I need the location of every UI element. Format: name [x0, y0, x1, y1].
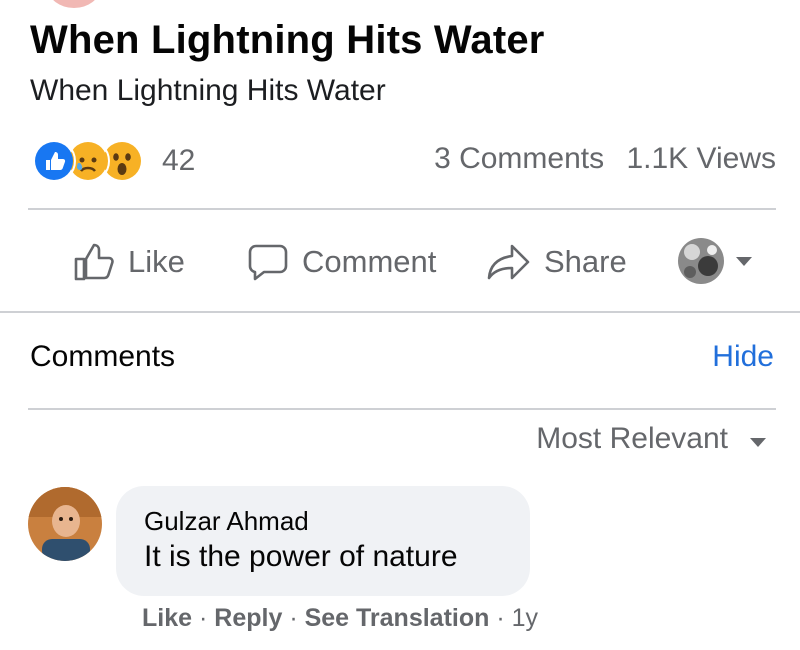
like-button[interactable]: Like — [72, 230, 185, 294]
post-title: When Lightning Hits Water — [30, 18, 545, 62]
comments-heading: Comments — [30, 340, 176, 373]
post-stats: 3 Comments 1.1K Views — [420, 142, 776, 176]
author-avatar-partial[interactable] — [48, 0, 100, 8]
commenter-avatar[interactable] — [28, 487, 102, 561]
sort-dropdown[interactable]: Most Relevant — [536, 422, 728, 456]
comment-timestamp[interactable]: 1y — [512, 604, 538, 632]
comment-button-label: Comment — [302, 244, 437, 279]
comment-reply-link[interactable]: Reply — [214, 604, 282, 632]
share-icon — [487, 244, 530, 280]
separator: · — [198, 604, 215, 632]
comment-like-link[interactable]: Like — [142, 604, 192, 632]
comment-actions: Like · Reply · See Translation · 1y — [142, 604, 538, 633]
thumbs-up-icon — [74, 243, 114, 281]
see-translation-link[interactable]: See Translation — [305, 604, 490, 632]
comment-button[interactable]: Comment — [246, 230, 436, 294]
like-button-label: Like — [128, 244, 185, 279]
divider — [28, 208, 776, 210]
separator: · — [496, 604, 512, 632]
share-button[interactable]: Share — [486, 230, 627, 294]
chevron-down-icon[interactable] — [736, 257, 752, 266]
separator: · — [289, 604, 305, 632]
like-reaction-icon — [32, 139, 76, 183]
section-divider — [0, 311, 800, 313]
comment-text: It is the power of nature — [144, 540, 458, 573]
comments-count-link[interactable]: 3 Comments — [434, 142, 604, 175]
views-count: 1.1K Views — [626, 142, 776, 175]
reaction-count: 42 — [162, 144, 196, 177]
divider — [28, 408, 776, 410]
comment-bubble: Gulzar Ahmad It is the power of nature — [116, 486, 530, 596]
profile-avatar-selector[interactable] — [678, 238, 724, 284]
reactions-summary[interactable]: 42 — [32, 139, 196, 183]
comment-author[interactable]: Gulzar Ahmad — [144, 506, 309, 537]
comment-icon — [248, 244, 288, 281]
chevron-down-icon[interactable] — [750, 438, 766, 447]
hide-comments-link[interactable]: Hide — [712, 340, 774, 374]
post-description: When Lightning Hits Water — [30, 74, 386, 107]
share-button-label: Share — [544, 244, 627, 279]
